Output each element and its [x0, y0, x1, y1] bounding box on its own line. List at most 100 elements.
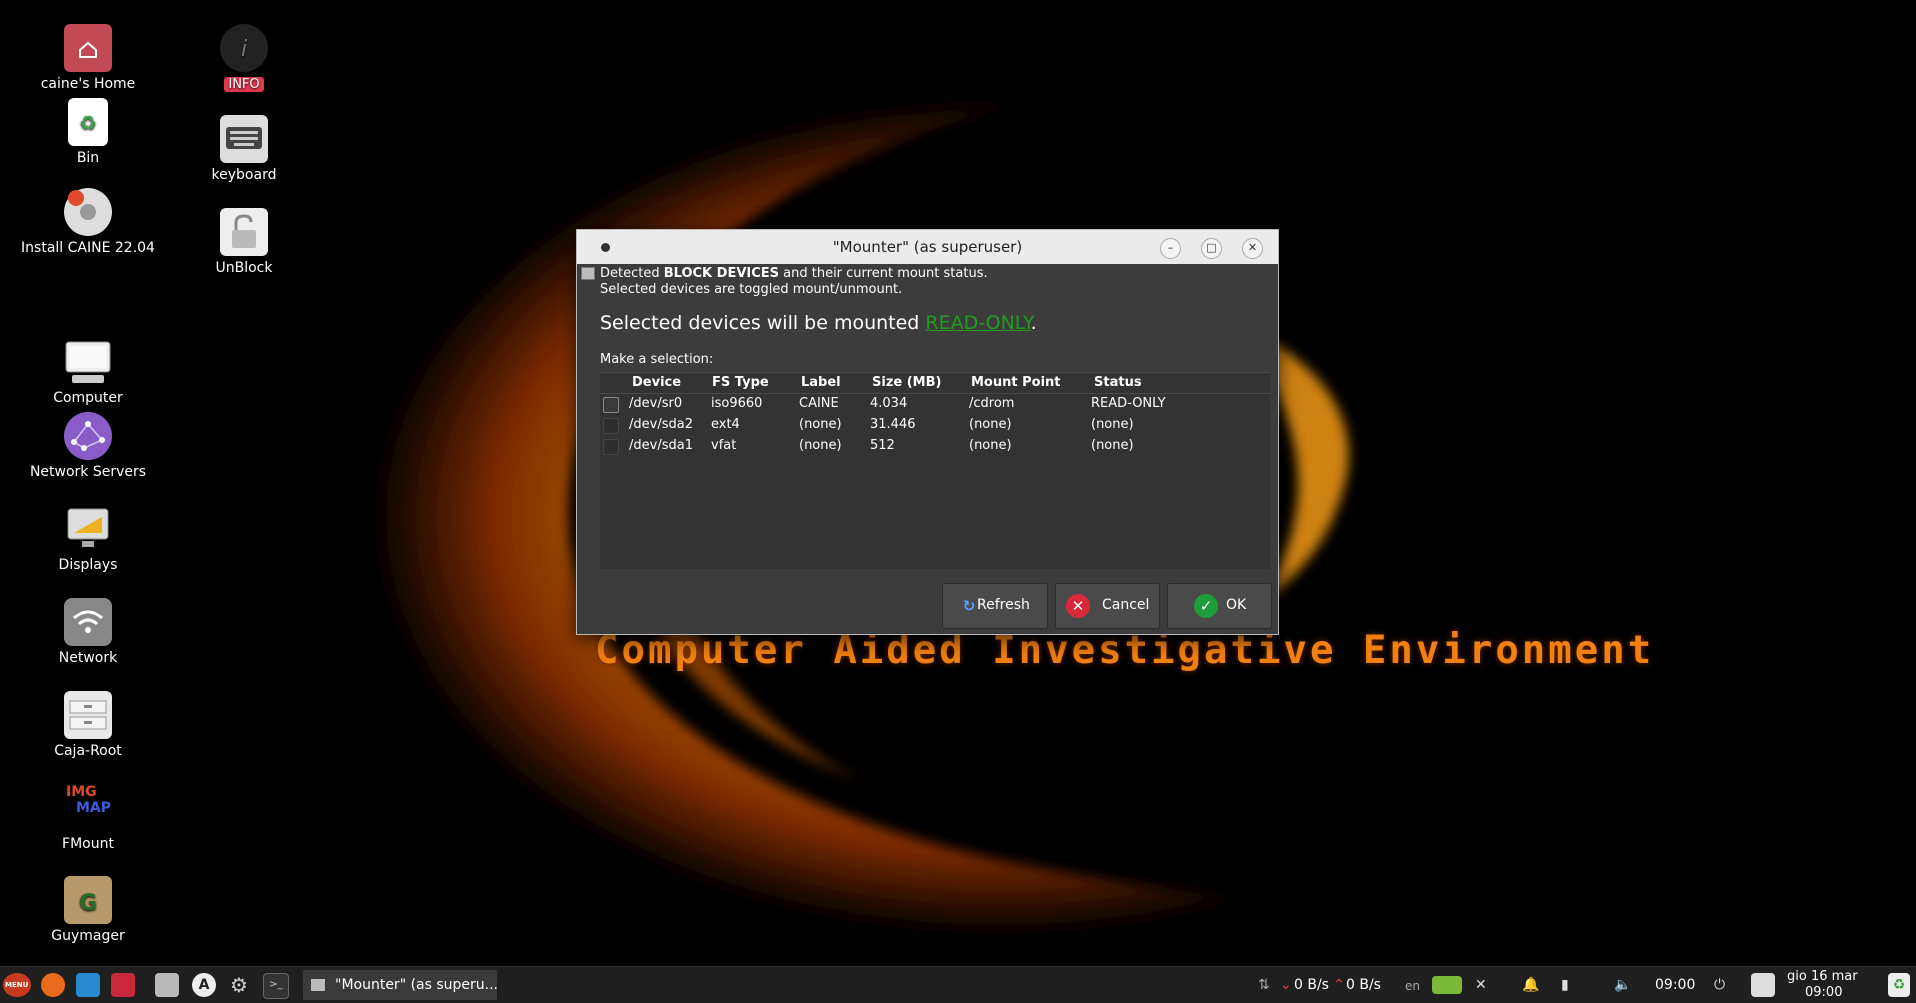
refresh-button[interactable]: ↻ Refresh: [942, 583, 1048, 629]
desktop-icon-computer[interactable]: Computer: [13, 338, 163, 406]
mounter-dialog: "Mounter" (as superuser) – □ ✕ Detected …: [576, 229, 1279, 635]
desktop-icon-info[interactable]: i INFO: [169, 24, 319, 92]
desktop-icon-keyboard[interactable]: keyboard: [169, 115, 319, 183]
drive-tray-icon[interactable]: [1432, 976, 1462, 994]
tray-clock[interactable]: 09:00: [1655, 977, 1695, 993]
maximize-button[interactable]: □: [1201, 238, 1222, 259]
cancel-button[interactable]: ✕ Cancel: [1055, 583, 1160, 629]
desktop-icon-displays[interactable]: Displays: [13, 505, 163, 573]
taskbar: MENU A ⚙ >_ "Mounter" (as superu... ⇅ ⌄ …: [0, 966, 1916, 1003]
desktop-icon-bin[interactable]: ♻ Bin: [13, 98, 163, 166]
file-cabinet-icon: [64, 691, 112, 739]
table-row[interactable]: /dev/sda2 ext4 (none) 31.446 (none) (non…: [600, 415, 1270, 436]
unlock-icon: [220, 208, 268, 256]
red-app-icon[interactable]: [111, 973, 135, 997]
cell-fs-type: iso9660: [711, 396, 763, 411]
desktop-icon-label: Guymager: [51, 928, 125, 944]
desktop-icon-install-caine[interactable]: Install CAINE 22.04: [13, 188, 163, 256]
row-checkbox[interactable]: [603, 418, 619, 434]
column-header-fs-type[interactable]: FS Type: [712, 375, 769, 390]
net-download-speed: 0 B/s: [1294, 977, 1329, 993]
mount-msg-text: Selected devices will be mounted: [600, 312, 926, 334]
date-line-1[interactable]: gio 16 mar: [1787, 969, 1858, 984]
mounter-task-icon: [311, 979, 325, 991]
cell-device: /dev/sr0: [629, 396, 683, 411]
recycle-bin-icon: ♻: [68, 98, 108, 146]
desktop-icon-network-servers[interactable]: Network Servers: [13, 412, 163, 480]
firefox-icon[interactable]: [41, 973, 65, 997]
fmount-image-icon: IMG MAP: [64, 784, 112, 832]
info-line-1: Detected BLOCK DEVICES and their current…: [600, 266, 988, 281]
read-only-link[interactable]: READ-ONLY: [925, 312, 1030, 334]
dialog-drive-icon: [581, 267, 595, 280]
desktop-icon-unblock[interactable]: UnBlock: [169, 208, 319, 276]
make-selection-label: Make a selection:: [600, 352, 714, 367]
network-globe-icon: [64, 412, 112, 460]
desktop-icon-fmount[interactable]: IMG MAP FMount: [13, 784, 163, 852]
trash-tray-icon[interactable]: ♻: [1888, 973, 1910, 997]
column-header-size[interactable]: Size (MB): [872, 375, 941, 390]
desktop-icon-caja-root[interactable]: Caja-Root: [13, 691, 163, 759]
volume-icon[interactable]: 🔈: [1614, 977, 1631, 993]
column-header-mount-point[interactable]: Mount Point: [971, 375, 1061, 390]
caine-menu-icon[interactable]: MENU: [3, 973, 31, 997]
download-arrow-icon: ⌄: [1280, 977, 1292, 993]
cell-status: (none): [1091, 417, 1134, 432]
row-checkbox[interactable]: [603, 439, 619, 455]
cell-label: (none): [799, 438, 842, 453]
ok-check-icon: ✓: [1194, 594, 1218, 618]
desktop-icon-home[interactable]: caine's Home: [13, 24, 163, 92]
desktop-icon-label: Network Servers: [29, 464, 147, 480]
settings-gear-icon[interactable]: ⚙: [227, 973, 251, 997]
terminal-icon[interactable]: >_: [263, 973, 289, 999]
file-manager-icon[interactable]: [155, 973, 179, 997]
wifi-icon: [64, 598, 112, 646]
row-checkbox[interactable]: [603, 397, 619, 413]
refresh-label: Refresh: [977, 597, 1030, 613]
desktop-icon-label: Computer: [53, 390, 123, 406]
table-row[interactable]: /dev/sr0 iso9660 CAINE 4.034 /cdrom READ…: [600, 394, 1270, 415]
date-line-2[interactable]: 09:00: [1805, 985, 1842, 1000]
ok-button[interactable]: ✓ OK: [1167, 583, 1272, 629]
display-icon: [64, 505, 112, 553]
guymager-box-icon: G: [64, 876, 112, 924]
window-titlebar[interactable]: "Mounter" (as superuser) – □ ✕: [577, 230, 1278, 264]
column-header-device[interactable]: Device: [632, 375, 681, 390]
table-row[interactable]: /dev/sda1 vfat (none) 512 (none) (none): [600, 436, 1270, 457]
desktop-icon-label: UnBlock: [215, 260, 273, 276]
keyboard-layout[interactable]: en: [1405, 979, 1420, 993]
upload-arrow-icon: ⌃: [1333, 977, 1345, 993]
fmount-icon-text-bottom: MAP: [76, 800, 112, 816]
battery-icon[interactable]: ▮: [1561, 977, 1569, 993]
cell-device: /dev/sda1: [629, 438, 693, 453]
net-upload-speed: 0 B/s: [1346, 977, 1381, 993]
column-header-label[interactable]: Label: [801, 375, 841, 390]
wifi-off-icon[interactable]: ✕: [1475, 977, 1487, 993]
desktop-icon-label: keyboard: [211, 167, 277, 183]
taskbar-window-title: "Mounter" (as superu...: [335, 977, 499, 993]
mount-mode-message: Selected devices will be mounted READ-ON…: [600, 312, 1037, 334]
cell-fs-type: vfat: [711, 438, 737, 453]
info-text-a: Detected: [600, 266, 664, 281]
column-header-status[interactable]: Status: [1094, 375, 1142, 390]
notification-bell-icon[interactable]: 🔔: [1522, 977, 1539, 993]
desktop-icon-network[interactable]: Network: [13, 598, 163, 666]
image-viewer-icon[interactable]: [76, 973, 100, 997]
svg-text:G: G: [79, 891, 97, 916]
minimize-button[interactable]: –: [1160, 238, 1181, 259]
desktop-icon-guymager[interactable]: G Guymager: [13, 876, 163, 944]
taskbar-window-mounter[interactable]: "Mounter" (as superu...: [303, 970, 499, 1000]
cell-label: CAINE: [799, 396, 839, 411]
font-app-icon[interactable]: A: [192, 973, 216, 997]
display-tray-icon[interactable]: [1751, 973, 1775, 997]
device-table: Device FS Type Label Size (MB) Mount Poi…: [600, 372, 1270, 569]
cell-mount-point: /cdrom: [969, 396, 1015, 411]
desktop-icon-label: Install CAINE 22.04: [21, 240, 155, 256]
svg-text:♻: ♻: [79, 111, 97, 135]
cell-size: 512: [870, 438, 895, 453]
close-button[interactable]: ✕: [1242, 238, 1263, 259]
cell-size: 31.446: [870, 417, 916, 432]
cell-label: (none): [799, 417, 842, 432]
power-icon[interactable]: ⏻: [1714, 977, 1725, 993]
computer-icon: [64, 338, 112, 386]
